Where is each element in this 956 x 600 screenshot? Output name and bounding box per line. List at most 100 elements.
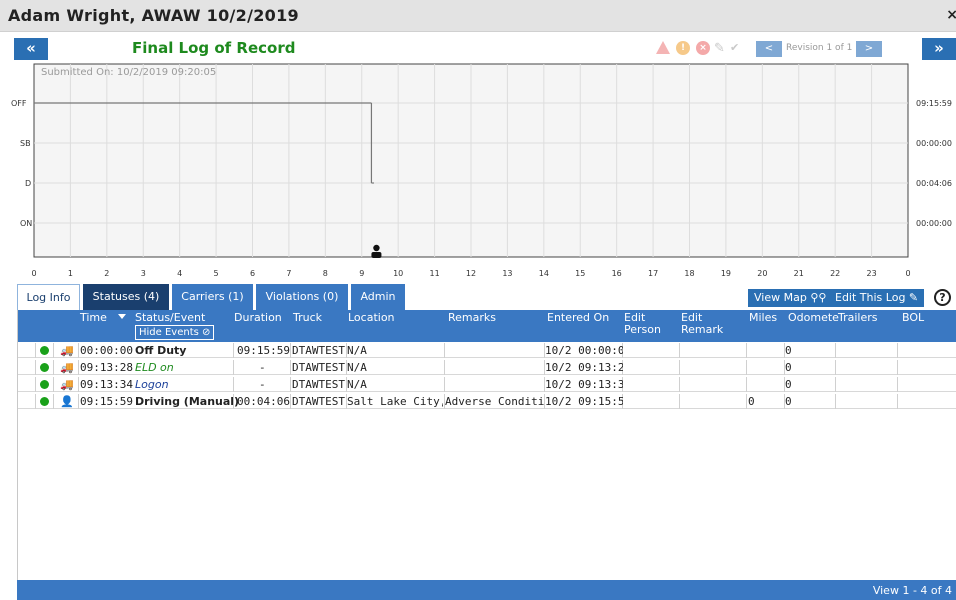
col-remarks[interactable]: Remarks <box>448 312 496 324</box>
row-location: N/A <box>347 378 367 391</box>
table-row[interactable]: 🚚 09:13:28 ELD on - DTAWTEST N/A 10/2 09:13:28… <box>18 360 956 375</box>
row-entered-on: 10/2 09:13:28 <box>545 361 623 374</box>
person-icon: 👤 <box>60 395 74 408</box>
driver-log-title: Adam Wright, AWAW 10/2/2019 <box>8 6 299 25</box>
log-grid: OFF SB D ON 09:15:59 00:00:00 00:04:06 00:00:00… <box>0 62 956 284</box>
col-time[interactable]: Time <box>80 312 107 324</box>
cell-divider <box>746 394 747 409</box>
hour-tick-label: 13 <box>502 269 512 278</box>
row-label-sb: SB <box>20 139 31 148</box>
hour-tick-label: 14 <box>539 269 549 278</box>
cell-divider <box>897 394 898 409</box>
row-total: 00:00:00 <box>916 139 952 148</box>
edit-log-label: Edit This Log <box>835 291 906 304</box>
hour-tick-label: 5 <box>214 269 219 278</box>
cell-divider <box>444 377 445 392</box>
hour-tick-label: 10 <box>393 269 403 278</box>
close-icon[interactable]: × <box>946 7 956 23</box>
cell-divider <box>35 343 36 358</box>
hour-tick-label: 23 <box>866 269 876 278</box>
row-odometer: 0 <box>785 378 792 391</box>
cell-divider <box>35 394 36 409</box>
hide-events-label: Hide Events <box>139 327 199 338</box>
cell-divider <box>897 360 898 375</box>
hour-tick-label: 17 <box>648 269 658 278</box>
cell-divider <box>53 377 54 392</box>
col-miles[interactable]: Miles <box>749 312 777 324</box>
driver-body-icon <box>371 252 382 258</box>
row-location: Salt Lake City, UT <box>347 395 443 408</box>
log-status-title: Final Log of Record <box>132 39 296 57</box>
previous-day-button[interactable]: « <box>14 38 48 60</box>
title-bar: Adam Wright, AWAW 10/2/2019 × <box>0 0 956 32</box>
row-time: 09:13:34 <box>80 378 133 391</box>
tab-log-info[interactable]: Log Info <box>17 284 80 310</box>
warning-icon <box>656 41 670 54</box>
view-map-label: View Map <box>754 291 807 304</box>
cell-divider <box>53 394 54 409</box>
row-location: N/A <box>347 344 367 357</box>
col-duration[interactable]: Duration <box>234 312 282 324</box>
hour-tick-label: 2 <box>104 269 109 278</box>
tab-statuses[interactable]: Statuses (4) <box>83 284 169 310</box>
col-bol[interactable]: BOL <box>902 312 924 324</box>
row-time: 09:15:59 <box>80 395 133 408</box>
row-status: ELD on <box>135 361 174 374</box>
cell-divider <box>53 360 54 375</box>
certify-icon: ✎ <box>714 41 725 56</box>
row-entered-on: 10/2 09:15:59 <box>545 395 623 408</box>
row-label-on: ON <box>20 219 32 228</box>
table-row[interactable]: 👤 09:15:59 Driving (Manual) 00:04:06 DTAWTES… <box>18 394 956 409</box>
table-row[interactable]: 🚚 09:13:34 Logon - DTAWTEST N/A 10/2 09:13:34 0 <box>18 377 956 392</box>
row-total: 00:04:06 <box>916 179 952 188</box>
view-map-button[interactable]: View Map ⚲⚲ <box>748 289 833 307</box>
cell-divider <box>444 343 445 358</box>
row-label-d: D <box>25 179 31 188</box>
cell-divider <box>835 360 836 375</box>
sort-desc-icon[interactable] <box>118 314 126 319</box>
hour-tick-label: 9 <box>359 269 364 278</box>
truck-icon: 🚚 <box>60 378 74 391</box>
col-status-event[interactable]: Status/Event <box>135 312 205 324</box>
row-odometer: 0 <box>785 344 792 357</box>
status-dot-icon <box>40 380 49 389</box>
next-day-button[interactable]: » <box>922 38 956 60</box>
col-truck[interactable]: Truck <box>293 312 322 324</box>
hour-tick-label: 11 <box>429 269 439 278</box>
truck-icon: 🚚 <box>60 361 74 374</box>
pager-count: View 1 - 4 of 4 <box>872 584 952 597</box>
col-location[interactable]: Location <box>348 312 395 324</box>
revision-label: Revision 1 of 1 <box>786 43 853 53</box>
row-status: Off Duty <box>135 344 187 357</box>
hour-tick-label: 21 <box>794 269 804 278</box>
row-status: Driving (Manual) <box>135 395 239 408</box>
row-label-off: OFF <box>11 99 27 108</box>
tab-admin[interactable]: Admin <box>351 284 405 310</box>
col-odometer[interactable]: Odomete <box>788 312 839 324</box>
hour-tick-label: 0 <box>905 269 910 278</box>
table-row[interactable]: 🚚 00:00:00 Off Duty 09:15:59 DTAWTEST N/A 10/2… <box>18 343 956 358</box>
hide-events-button[interactable]: Hide Events ⊘ <box>135 325 215 340</box>
col-edit-person[interactable]: Edit Person <box>624 312 668 336</box>
row-odometer: 0 <box>785 395 792 408</box>
table-footer: View 1 - 4 of 4 <box>17 580 956 600</box>
cell-divider <box>78 360 79 375</box>
row-total: 00:00:00 <box>916 219 952 228</box>
tab-violations[interactable]: Violations (0) <box>256 284 348 310</box>
tab-carriers[interactable]: Carriers (1) <box>172 284 253 310</box>
revision-next-button[interactable]: > <box>856 41 882 57</box>
col-entered-on[interactable]: Entered On <box>547 312 609 324</box>
cell-divider <box>35 377 36 392</box>
help-icon[interactable]: ? <box>934 289 951 306</box>
edit-this-log-button[interactable]: Edit This Log ✎ <box>829 289 925 307</box>
row-odometer: 0 <box>785 361 792 374</box>
revision-prev-button[interactable]: < <box>756 41 782 57</box>
row-truck: DTAWTEST <box>292 344 345 357</box>
cell-divider <box>835 343 836 358</box>
hour-tick-label: 4 <box>177 269 182 278</box>
hour-tick-label: 18 <box>684 269 694 278</box>
col-edit-remark[interactable]: Edit Remark <box>681 312 725 336</box>
row-entered-on: 10/2 09:13:34 <box>545 378 623 391</box>
col-trailers[interactable]: Trailers <box>838 312 878 324</box>
row-duration: 09:15:59 <box>237 344 290 357</box>
